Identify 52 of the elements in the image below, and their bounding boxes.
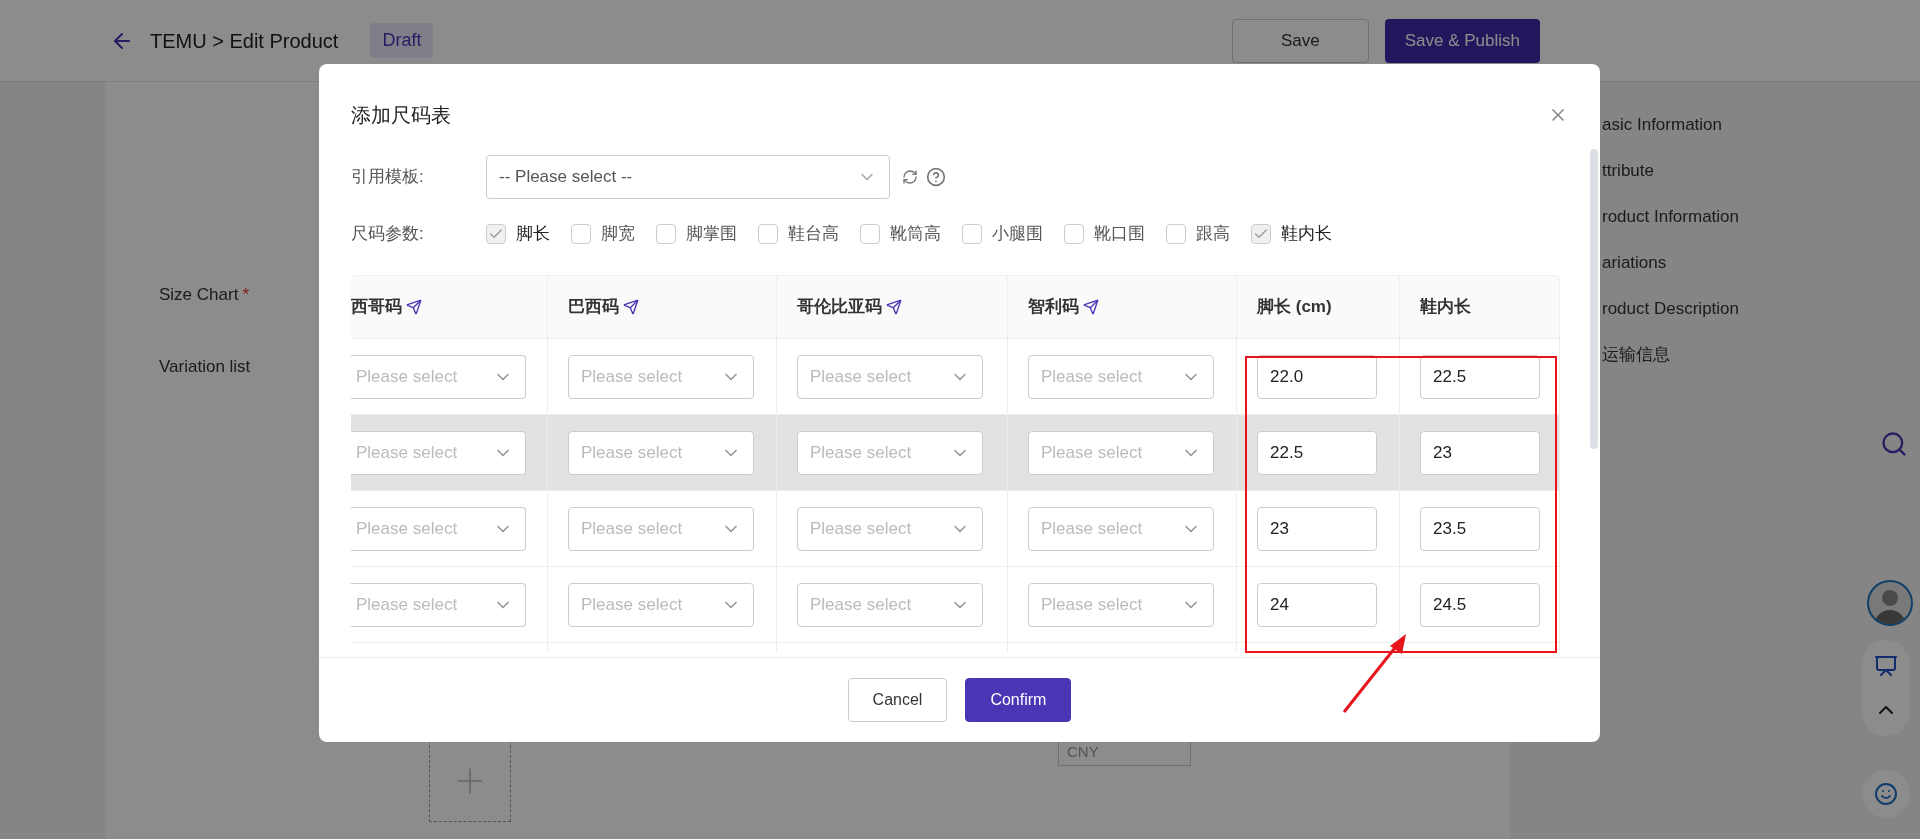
assistant-icon[interactable] xyxy=(1874,782,1898,806)
param-checkbox[interactable]: 跟高 xyxy=(1166,221,1230,247)
size-input[interactable]: 22.5 xyxy=(1257,430,1377,475)
size-input[interactable]: 22.0 xyxy=(1257,354,1377,399)
save-button[interactable]: Save xyxy=(1231,18,1369,63)
board-icon[interactable] xyxy=(1874,654,1898,678)
size-input[interactable]: 23.5 xyxy=(1420,506,1540,551)
param-checkbox[interactable]: 脚掌围 xyxy=(656,221,737,247)
primary-button[interactable]: Confirm xyxy=(965,678,1072,722)
column-header: 西哥码 xyxy=(351,276,548,338)
form-label: Size Chart xyxy=(159,284,239,306)
page-title: TEMU > Edit Product xyxy=(150,28,339,54)
form-label: Variation list xyxy=(159,356,251,378)
template-select[interactable]: -- Please select -- xyxy=(486,155,890,199)
nav-link[interactable]: 运输信息 xyxy=(1602,342,1739,368)
column-header: 巴西码 xyxy=(548,276,777,338)
column-header: 智利码 xyxy=(1008,276,1237,338)
param-checkbox[interactable]: 脚长 xyxy=(486,221,550,247)
publish-button[interactable]: Save & Publish xyxy=(1384,18,1540,63)
send-icon[interactable] xyxy=(623,299,639,315)
send-icon[interactable] xyxy=(1083,299,1099,315)
param-checkbox[interactable]: 鞋台高 xyxy=(758,221,839,247)
column-header: 鞋内长 xyxy=(1400,276,1559,338)
nav-link[interactable]: ariations xyxy=(1602,250,1739,276)
size-input[interactable]: 23 xyxy=(1257,506,1377,551)
send-icon[interactable] xyxy=(886,299,902,315)
required-mark: * xyxy=(242,284,249,306)
nav-link[interactable]: ttribute xyxy=(1602,158,1739,184)
param-checkbox[interactable]: 靴口围 xyxy=(1064,221,1145,247)
search-icon[interactable] xyxy=(1880,430,1908,458)
param-checkbox[interactable]: 小腿围 xyxy=(962,221,1043,247)
nav-link[interactable]: roduct Description xyxy=(1602,296,1739,322)
refresh-icon[interactable] xyxy=(902,169,918,185)
status-badge: Draft xyxy=(370,23,434,58)
field-label: 引用模板: xyxy=(351,166,425,189)
param-checkbox[interactable]: 靴筒高 xyxy=(860,221,941,247)
nav-link[interactable]: asic Information xyxy=(1602,112,1739,138)
field-label: 尺码参数: xyxy=(351,223,425,246)
send-icon[interactable] xyxy=(406,299,422,315)
size-input[interactable]: 22.5 xyxy=(1420,354,1540,399)
dialog-title: 添加尺码表 xyxy=(351,102,451,128)
param-checkbox[interactable]: 脚宽 xyxy=(571,221,635,247)
size-input[interactable]: 24.5 xyxy=(1420,582,1540,627)
param-checkbox[interactable]: 鞋内长 xyxy=(1251,221,1332,247)
nav-link[interactable]: roduct Information xyxy=(1602,204,1739,230)
column-header: 哥伦比亚码 xyxy=(777,276,1008,338)
help-icon[interactable] xyxy=(926,167,946,187)
size-input[interactable]: 23 xyxy=(1420,430,1540,475)
size-input[interactable]: 24 xyxy=(1257,582,1377,627)
secondary-button[interactable]: Cancel xyxy=(847,678,948,722)
avatar[interactable] xyxy=(1867,580,1913,626)
column-header: 脚长 (cm) xyxy=(1237,276,1400,338)
